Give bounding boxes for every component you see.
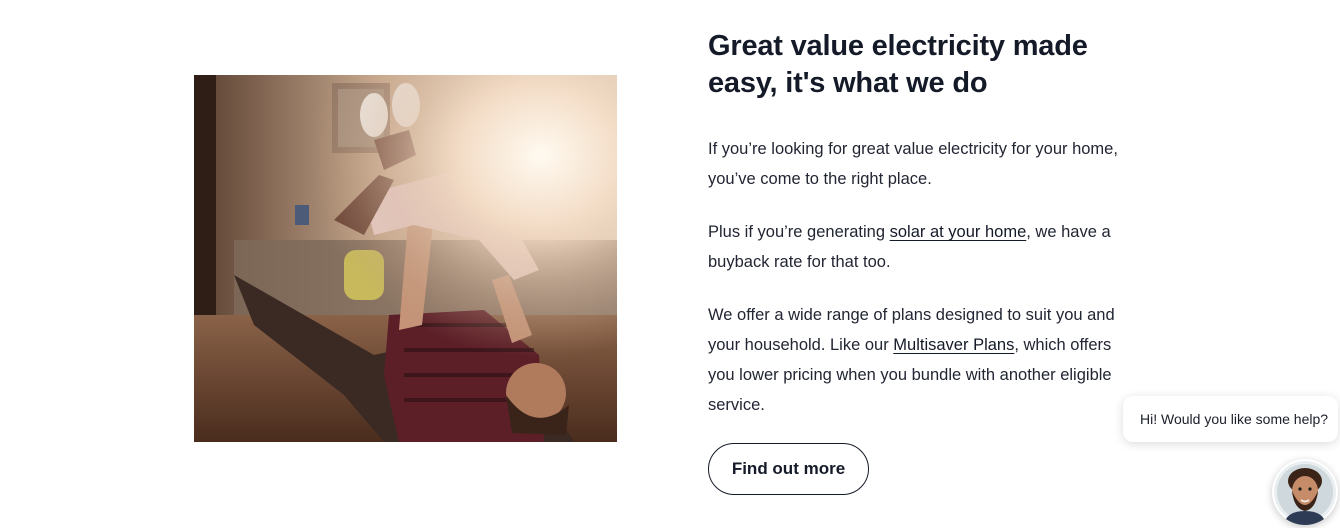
solar-at-home-link[interactable]: solar at your home xyxy=(890,223,1027,241)
chat-prompt-bubble[interactable]: Hi! Would you like some help? xyxy=(1123,396,1338,442)
solar-paragraph: Plus if you’re generating solar at your … xyxy=(708,217,1138,277)
page-title: Great value electricity made easy, it's … xyxy=(708,30,1088,99)
content-column: Great value electricity made easy, it's … xyxy=(708,28,1138,495)
multisaver-plans-link[interactable]: Multisaver Plans xyxy=(893,336,1014,354)
solar-paragraph-text-before: Plus if you’re generating xyxy=(708,223,890,241)
find-out-more-button[interactable]: Find out more xyxy=(708,443,869,495)
agent-avatar-icon[interactable] xyxy=(1272,459,1338,525)
family-photo xyxy=(194,75,617,442)
intro-paragraph: If you’re looking for great value electr… xyxy=(708,140,1118,188)
page: Great value electricity made easy, it's … xyxy=(0,0,1340,528)
plans-paragraph: We offer a wide range of plans designed … xyxy=(708,300,1138,420)
